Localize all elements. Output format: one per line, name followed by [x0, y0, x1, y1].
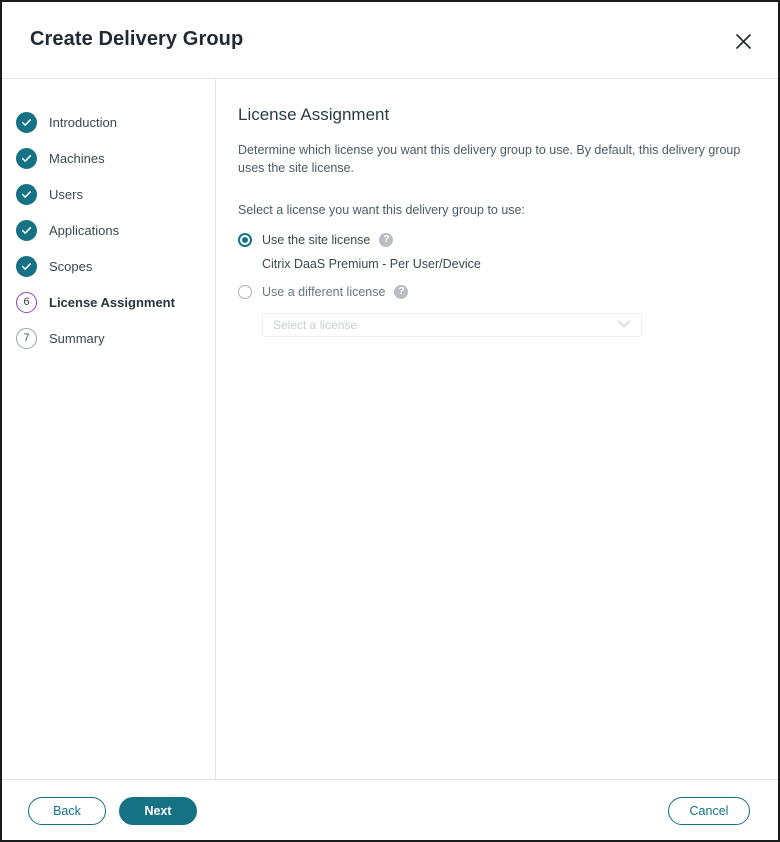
sidebar-step-scopes[interactable]: Scopes: [2, 248, 215, 284]
license-select-prompt: Select a license you want this delivery …: [238, 203, 525, 218]
sidebar-step-label: Summary: [49, 330, 105, 346]
check-icon: [16, 111, 37, 133]
cancel-button[interactable]: Cancel: [668, 797, 750, 825]
wizard-steps-sidebar: Introduction Machines Users Applications…: [2, 79, 216, 779]
chevron-down-icon: [617, 316, 631, 334]
sidebar-step-applications[interactable]: Applications: [2, 212, 215, 248]
radio-use-site-license[interactable]: Use the site license ?: [238, 229, 754, 251]
sidebar-step-label: Introduction: [49, 114, 117, 130]
close-icon: [735, 33, 752, 50]
check-icon: [16, 219, 37, 241]
sidebar-step-introduction[interactable]: Introduction: [2, 104, 215, 140]
radio-label-different-license: Use a different license: [262, 285, 386, 300]
radio-indicator-different-license[interactable]: [238, 285, 252, 300]
back-button[interactable]: Back: [28, 797, 106, 825]
help-icon[interactable]: ?: [394, 285, 409, 300]
create-delivery-group-dialog: Create Delivery Group Introduction Machi…: [0, 0, 780, 842]
dialog-body: Introduction Machines Users Applications…: [2, 79, 778, 779]
close-button[interactable]: [728, 26, 758, 56]
sidebar-step-label: Scopes: [49, 258, 93, 274]
radio-label-site-license: Use the site license: [262, 233, 371, 248]
dialog-header: Create Delivery Group: [2, 2, 778, 79]
license-assignment-pane: License Assignment Determine which licen…: [216, 79, 778, 779]
pane-title: License Assignment: [238, 105, 390, 124]
current-license-name: Citrix DaaS Premium - Per User/Device: [262, 257, 481, 272]
step-number-badge: 6: [16, 291, 37, 313]
sidebar-step-machines[interactable]: Machines: [2, 140, 215, 176]
license-select-dropdown[interactable]: Select a license: [262, 313, 642, 338]
check-icon: [16, 255, 37, 277]
pane-description: Determine which license you want this de…: [238, 143, 741, 176]
sidebar-step-users[interactable]: Users: [2, 176, 215, 212]
sidebar-step-label: Users: [49, 186, 83, 202]
sidebar-step-license-assignment[interactable]: 6 License Assignment: [2, 284, 215, 320]
check-icon: [16, 147, 37, 169]
check-icon: [16, 183, 37, 205]
radio-use-different-license[interactable]: Use a different license ?: [238, 281, 754, 303]
dialog-footer: Back Next Cancel: [2, 779, 778, 840]
sidebar-step-label: Machines: [49, 150, 105, 166]
sidebar-step-label: License Assignment: [49, 294, 175, 310]
license-select-placeholder: Select a license: [273, 318, 358, 333]
sidebar-step-label: Applications: [49, 222, 120, 238]
radio-indicator-site-license[interactable]: [238, 233, 252, 248]
page-title: Create Delivery Group: [30, 28, 244, 50]
sidebar-step-summary[interactable]: 7 Summary: [2, 320, 215, 356]
next-button[interactable]: Next: [119, 797, 197, 825]
help-icon[interactable]: ?: [379, 233, 394, 248]
step-number-badge: 7: [16, 327, 37, 349]
